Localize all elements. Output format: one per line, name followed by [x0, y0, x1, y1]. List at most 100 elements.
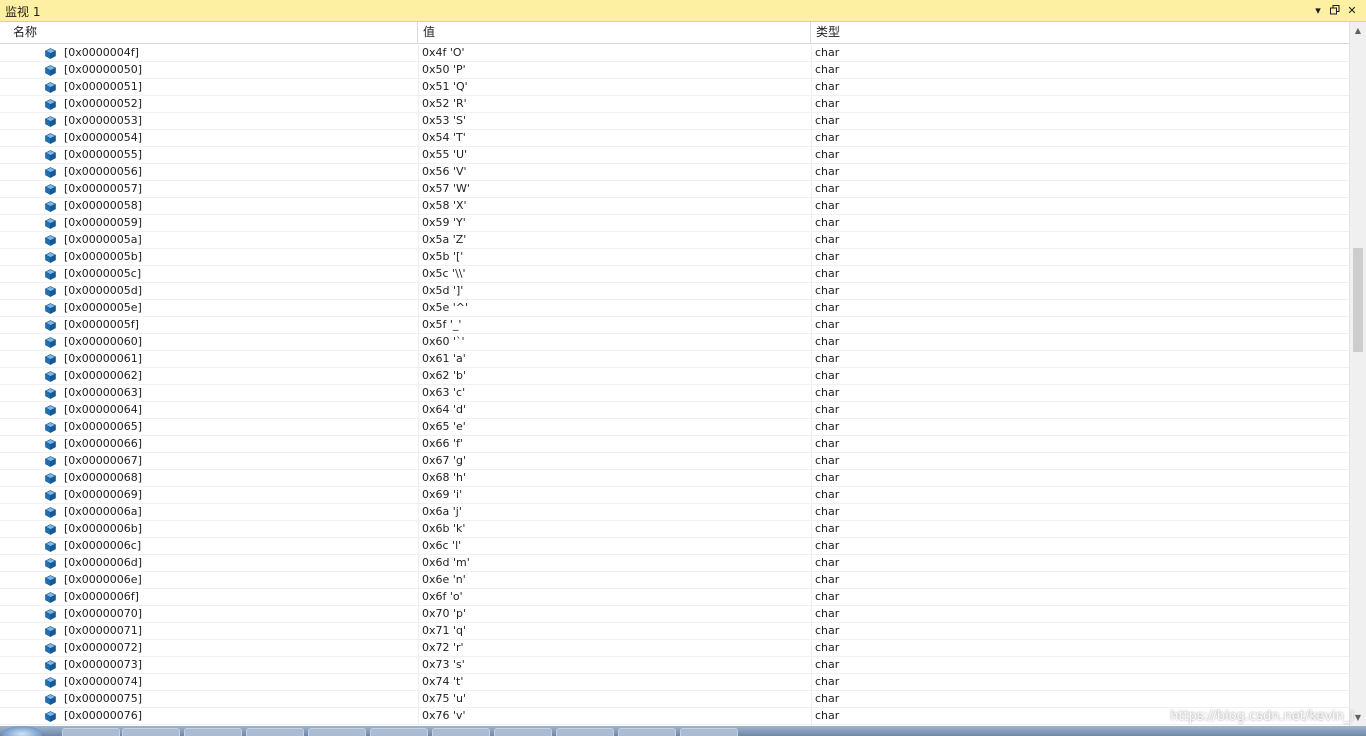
cell-value: 0x6a 'j' [422, 505, 462, 518]
cell-value: 0x62 'b' [422, 369, 467, 382]
variable-cube-icon [44, 371, 57, 382]
scrollbar-thumb[interactable] [1353, 248, 1363, 352]
taskbar-item[interactable] [122, 728, 180, 736]
cell-value: 0x61 'a' [422, 352, 466, 365]
variable-cube-icon [44, 48, 57, 59]
cell-value: 0x5b '[' [422, 250, 464, 263]
table-row[interactable]: [0x00000055] 0x55 'U' char [0, 147, 1349, 164]
table-row[interactable]: [0x0000005e] 0x5e '^' char [0, 300, 1349, 317]
table-row[interactable]: [0x00000062] 0x62 'b' char [0, 368, 1349, 385]
cell-value: 0x6d 'm' [422, 556, 470, 569]
table-row[interactable]: [0x0000006d] 0x6d 'm' char [0, 555, 1349, 572]
table-row[interactable]: [0x00000074] 0x74 't' char [0, 674, 1349, 691]
table-row[interactable]: [0x00000059] 0x59 'Y' char [0, 215, 1349, 232]
table-row[interactable]: [0x0000005f] 0x5f '_' char [0, 317, 1349, 334]
table-row[interactable]: [0x00000075] 0x75 'u' char [0, 691, 1349, 708]
variable-cube-icon [44, 643, 57, 654]
table-row[interactable]: [0x0000005d] 0x5d ']' char [0, 283, 1349, 300]
table-row[interactable]: [0x0000006a] 0x6a 'j' char [0, 504, 1349, 521]
cell-name: [0x00000072] [64, 641, 143, 654]
taskbar-item[interactable] [432, 728, 490, 736]
cell-type: char [815, 624, 840, 637]
close-icon[interactable]: ✕ [1344, 2, 1360, 18]
table-row[interactable]: [0x00000064] 0x64 'd' char [0, 402, 1349, 419]
table-row[interactable]: [0x0000006b] 0x6b 'k' char [0, 521, 1349, 538]
table-row[interactable]: [0x00000072] 0x72 'r' char [0, 640, 1349, 657]
table-row[interactable]: [0x0000005c] 0x5c '\\' char [0, 266, 1349, 283]
table-row[interactable]: [0x00000051] 0x51 'Q' char [0, 79, 1349, 96]
variable-cube-icon [44, 82, 57, 93]
start-button[interactable] [2, 726, 42, 736]
cell-name: [0x00000068] [64, 471, 143, 484]
table-row[interactable]: [0x00000069] 0x69 'i' char [0, 487, 1349, 504]
watch-list: [0x0000004f] 0x4f 'O' char [0x00000050] 0x50… [0, 45, 1349, 726]
taskbar-item[interactable] [680, 728, 738, 736]
table-row[interactable]: [0x0000005b] 0x5b '[' char [0, 249, 1349, 266]
cell-name: [0x00000071] [64, 624, 143, 637]
table-row[interactable]: [0x00000070] 0x70 'p' char [0, 606, 1349, 623]
taskbar-item[interactable] [556, 728, 614, 736]
table-row[interactable]: [0x00000065] 0x65 'e' char [0, 419, 1349, 436]
table-row[interactable]: [0x00000053] 0x53 'S' char [0, 113, 1349, 130]
taskbar-item[interactable] [370, 728, 428, 736]
cell-value: 0x56 'V' [422, 165, 467, 178]
cell-value: 0x4f 'O' [422, 46, 465, 59]
cell-name: [0x00000050] [64, 63, 143, 76]
cell-name: [0x00000066] [64, 437, 143, 450]
variable-cube-icon [44, 201, 57, 212]
cell-value: 0x66 'f' [422, 437, 463, 450]
table-row[interactable]: [0x00000068] 0x68 'h' char [0, 470, 1349, 487]
taskbar-item[interactable] [618, 728, 676, 736]
table-row[interactable]: [0x00000076] 0x76 'v' char [0, 708, 1349, 725]
taskbar-item[interactable] [184, 728, 242, 736]
variable-cube-icon [44, 490, 57, 501]
cell-value: 0x53 'S' [422, 114, 467, 127]
cell-value: 0x76 'v' [422, 709, 466, 722]
cell-type: char [815, 522, 840, 535]
table-row[interactable]: [0x00000052] 0x52 'R' char [0, 96, 1349, 113]
dropdown-icon[interactable]: ▾ [1310, 2, 1326, 18]
table-row[interactable]: [0x00000058] 0x58 'X' char [0, 198, 1349, 215]
table-row[interactable]: [0x00000057] 0x57 'W' char [0, 181, 1349, 198]
cell-name: [0x00000064] [64, 403, 143, 416]
column-header-name[interactable]: 名称 [8, 22, 418, 43]
variable-cube-icon [44, 235, 57, 246]
cell-type: char [815, 63, 840, 76]
table-row[interactable]: [0x0000004f] 0x4f 'O' char [0, 45, 1349, 62]
cell-type: char [815, 454, 840, 467]
taskbar-item[interactable] [494, 728, 552, 736]
column-header-value[interactable]: 值 [418, 22, 811, 43]
table-row[interactable]: [0x00000050] 0x50 'P' char [0, 62, 1349, 79]
restore-icon[interactable] [1327, 2, 1343, 18]
taskbar-item[interactable] [62, 728, 120, 736]
table-row[interactable]: [0x00000063] 0x63 'c' char [0, 385, 1349, 402]
cell-value: 0x52 'R' [422, 97, 467, 110]
table-row[interactable]: [0x00000061] 0x61 'a' char [0, 351, 1349, 368]
cell-value: 0x54 'T' [422, 131, 466, 144]
variable-cube-icon [44, 507, 57, 518]
watermark: https://blog.csdn.net/kevin_i [1170, 709, 1354, 724]
table-row[interactable]: [0x00000056] 0x56 'V' char [0, 164, 1349, 181]
table-row[interactable]: [0x00000060] 0x60 '`' char [0, 334, 1349, 351]
table-row[interactable]: [0x0000006e] 0x6e 'n' char [0, 572, 1349, 589]
cell-name: [0x0000006f] [64, 590, 139, 603]
table-row[interactable]: [0x0000005a] 0x5a 'Z' char [0, 232, 1349, 249]
column-header-type[interactable]: 类型 [811, 22, 1349, 43]
cell-name: [0x00000061] [64, 352, 143, 365]
variable-cube-icon [44, 150, 57, 161]
table-row[interactable]: [0x0000006c] 0x6c 'l' char [0, 538, 1349, 555]
vertical-scrollbar[interactable]: ▲ ▼ [1349, 22, 1366, 726]
cell-value: 0x70 'p' [422, 607, 467, 620]
scroll-up-icon[interactable]: ▲ [1350, 22, 1366, 39]
cell-value: 0x58 'X' [422, 199, 467, 212]
table-row[interactable]: [0x00000071] 0x71 'q' char [0, 623, 1349, 640]
table-row[interactable]: [0x0000006f] 0x6f 'o' char [0, 589, 1349, 606]
taskbar-item[interactable] [308, 728, 366, 736]
table-row[interactable]: [0x00000073] 0x73 's' char [0, 657, 1349, 674]
table-row[interactable]: [0x00000067] 0x67 'g' char [0, 453, 1349, 470]
table-row[interactable]: [0x00000066] 0x66 'f' char [0, 436, 1349, 453]
taskbar-item[interactable] [246, 728, 304, 736]
cell-type: char [815, 505, 840, 518]
cell-type: char [815, 267, 840, 280]
table-row[interactable]: [0x00000054] 0x54 'T' char [0, 130, 1349, 147]
